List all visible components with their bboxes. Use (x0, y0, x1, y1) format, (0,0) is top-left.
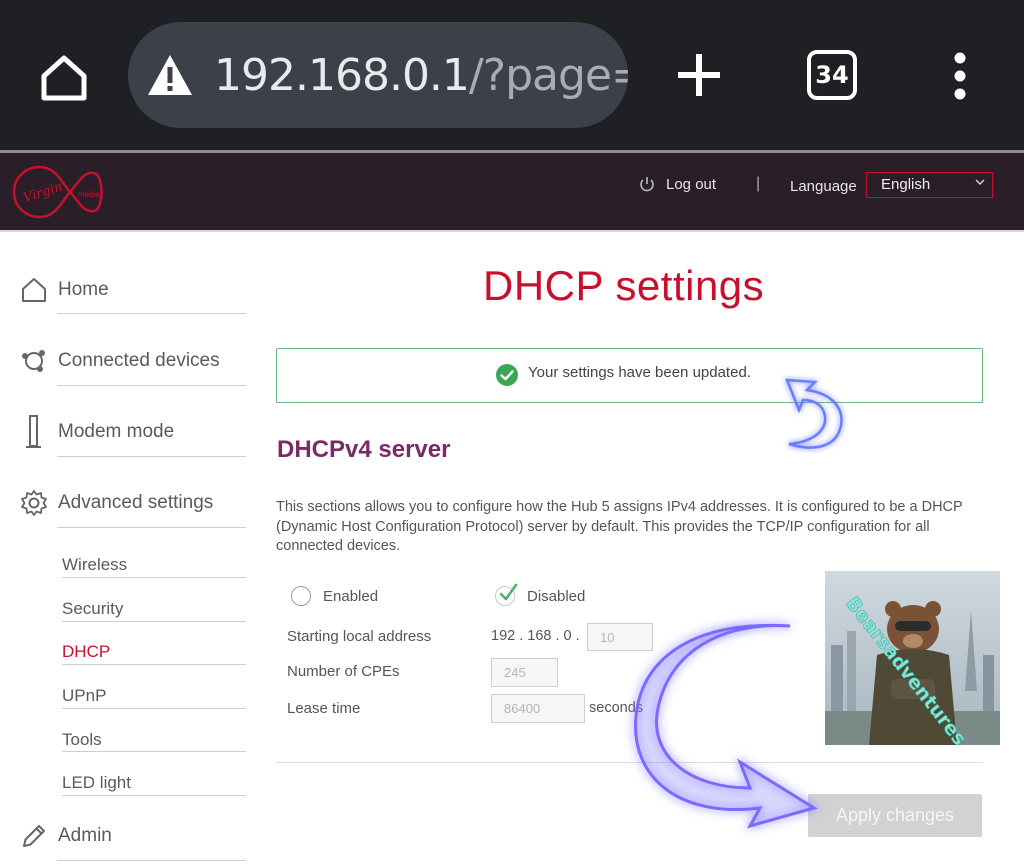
browser-toolbar: 192.168.0.1/?page=se 34 (0, 0, 1024, 150)
start-address-label: Starting local address (287, 628, 432, 645)
language-select[interactable]: English (866, 172, 993, 198)
power-icon (640, 177, 654, 192)
radio-circle-selected[interactable] (495, 583, 518, 606)
language-label: Language (790, 178, 857, 195)
sidebar-subitem-security[interactable]: Security (62, 599, 123, 619)
radio-circle[interactable] (291, 586, 311, 606)
section-description: This sections allows you to configure ho… (276, 499, 963, 554)
sidebar-subitem-dhcp[interactable]: DHCP (62, 642, 110, 662)
sidebar-subitem-upnp[interactable]: UPnP (62, 686, 106, 706)
chevron-down-icon (975, 179, 985, 185)
sidebar-subitem-wireless[interactable]: Wireless (62, 555, 127, 575)
gear-icon (21, 490, 47, 516)
sidebar-item-label: Home (58, 279, 109, 300)
header-divider: | (756, 175, 761, 192)
tab-switcher-button[interactable]: 34 (807, 50, 857, 100)
sidebar-divider (57, 385, 246, 386)
svg-text:media: media (78, 190, 100, 199)
tab-count: 34 (815, 61, 849, 89)
sidebar-item-connected-devices[interactable]: Connected devices (20, 347, 220, 375)
home-icon (22, 278, 46, 302)
success-notice: Your settings have been updated. (276, 348, 983, 403)
sidebar-item-label: Advanced settings (58, 492, 214, 513)
sidebar-item-advanced-settings[interactable]: Advanced settings (20, 489, 213, 517)
home-icon[interactable] (36, 50, 92, 106)
logout-button[interactable]: Log out (638, 175, 716, 193)
sidebar-divider (62, 577, 246, 578)
lease-time-label: Lease time (287, 700, 361, 717)
sidebar-divider (62, 795, 246, 796)
radio-enabled[interactable]: Enabled (291, 586, 378, 606)
sidebar-divider (57, 456, 246, 457)
sidebar-item-label: Connected devices (58, 350, 220, 371)
header-divider-line (0, 230, 1024, 232)
url-text[interactable]: 192.168.0.1/?page=se (214, 50, 628, 101)
cpe-count-input[interactable]: 245 (491, 658, 558, 687)
sidebar-divider (62, 751, 246, 752)
address-bar[interactable]: 192.168.0.1/?page=se (128, 22, 628, 128)
apply-label: Apply changes (835, 805, 955, 825)
lease-time-input[interactable]: 86400 (491, 694, 585, 723)
radio-disabled-label: Disabled (527, 587, 586, 605)
svg-text:Virgin: Virgin (22, 179, 65, 206)
sidebar-subitem-tools[interactable]: Tools (62, 730, 102, 750)
sidebar-item-label: Admin (58, 825, 112, 846)
sidebar-divider (62, 664, 246, 665)
radio-enabled-label: Enabled (323, 587, 379, 605)
sidebar-item-home[interactable]: Home (20, 276, 109, 304)
sidebar-item-label: Modem mode (58, 421, 175, 442)
new-tab-icon[interactable] (674, 50, 724, 100)
decorative-arrow-small (785, 378, 843, 449)
sidebar-subitem-led-light[interactable]: LED light (62, 773, 131, 793)
sidebar-item-admin[interactable]: Admin (20, 822, 112, 850)
radio-disabled[interactable]: Disabled (495, 583, 586, 606)
devices-icon (22, 350, 45, 372)
sidebar-divider (62, 621, 246, 622)
language-value: English (881, 176, 931, 193)
section-title: DHCPv4 server (277, 436, 451, 463)
sidebar-divider (62, 708, 246, 709)
sidebar-divider (57, 527, 246, 528)
check-circle-icon (496, 364, 518, 386)
sidebar-item-modem-mode[interactable]: Modem mode (20, 414, 174, 450)
cpe-count-label: Number of CPEs (287, 663, 400, 680)
page-title: DHCP settings (483, 262, 765, 309)
warning-icon[interactable] (146, 52, 194, 98)
virgin-media-logo[interactable]: Virgin media (10, 161, 106, 223)
sidebar-divider (57, 313, 246, 314)
notice-message: Your settings have been updated. (528, 364, 751, 381)
more-menu-icon[interactable] (948, 50, 972, 102)
router-header: Virgin media Log out | Language English (0, 153, 1024, 230)
modem-icon (26, 415, 41, 448)
logout-label: Log out (666, 175, 717, 193)
bear-photo: Bearsadventures (825, 571, 1000, 745)
sidebar-divider (57, 860, 246, 861)
decorative-arrow-large (634, 623, 818, 829)
checkmark-icon (499, 583, 518, 601)
start-address-prefix: 192 . 168 . 0 . (491, 628, 580, 644)
pencil-icon (23, 825, 45, 847)
